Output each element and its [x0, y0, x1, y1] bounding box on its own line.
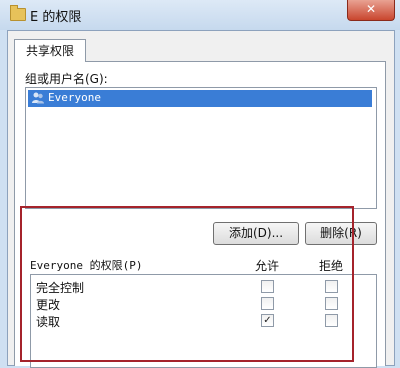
list-item[interactable]: Everyone	[28, 90, 372, 107]
permission-name: 完全控制	[36, 281, 85, 295]
add-button[interactable]: 添加(D)...	[213, 222, 299, 245]
user-name: Everyone	[48, 91, 101, 104]
users-list[interactable]: Everyone	[25, 87, 377, 209]
allow-checkbox[interactable]	[261, 280, 274, 293]
deny-checkbox[interactable]	[325, 297, 338, 310]
allow-column-header: 允许	[255, 259, 280, 273]
allow-checkbox[interactable]: ✓	[261, 314, 274, 327]
tab-share-permissions[interactable]: 共享权限	[14, 39, 86, 62]
users-group-label: 组或用户名(G):	[25, 72, 108, 86]
title-bar: E 的权限 ✕	[0, 0, 400, 30]
remove-button[interactable]: 删除(R)	[305, 222, 377, 245]
close-button[interactable]: ✕	[347, 0, 395, 21]
permissions-list: 完全控制 更改 读取 ✓	[30, 274, 377, 368]
deny-checkbox[interactable]	[325, 280, 338, 293]
deny-column-header: 拒绝	[319, 259, 344, 273]
permissions-dialog: 共享权限 组或用户名(G): Everyone 添加(D)... 删除(R) E…	[7, 30, 395, 368]
users-group-icon	[32, 92, 44, 104]
deny-checkbox[interactable]	[325, 314, 338, 327]
permissions-title: Everyone 的权限(P)	[30, 259, 143, 272]
window-title: E 的权限	[30, 10, 82, 25]
folder-icon	[10, 5, 26, 21]
permission-name: 读取	[36, 315, 61, 329]
permission-name: 更改	[36, 298, 61, 312]
allow-checkbox[interactable]	[261, 297, 274, 310]
tab-panel: 组或用户名(G): Everyone 添加(D)... 删除(R) Everyo…	[14, 61, 386, 368]
